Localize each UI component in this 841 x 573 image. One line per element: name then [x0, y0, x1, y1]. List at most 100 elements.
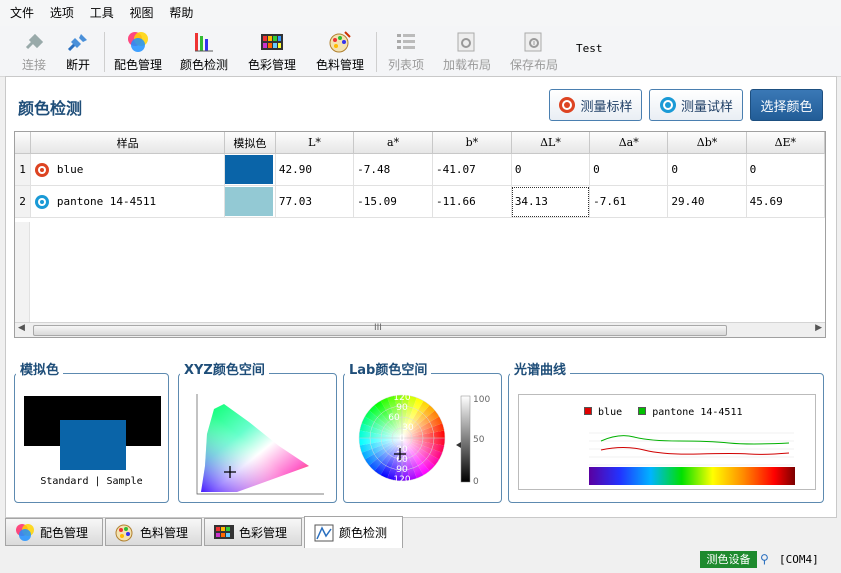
- menu-file[interactable]: 文件: [4, 0, 40, 26]
- color-check-icon: [314, 524, 334, 541]
- value-cell[interactable]: -11.66: [432, 185, 512, 218]
- load-layout-icon: [454, 30, 480, 54]
- lightness-scale-label: 0: [473, 477, 479, 487]
- sample-name: pantone 14-4511: [56, 194, 157, 208]
- spectral-curve-plot: blue pantone 14-4511: [518, 394, 816, 490]
- tab-color-matching[interactable]: 配色管理: [5, 518, 103, 546]
- cie-chromaticity-diagram: [196, 394, 324, 495]
- tool-colour-management-label: 色彩管理: [247, 58, 296, 72]
- value-cell[interactable]: 77.03: [275, 185, 355, 218]
- col-header-a[interactable]: a*: [353, 132, 433, 154]
- usb-icon: ⚲: [760, 552, 769, 566]
- row-header-filler: [15, 222, 30, 324]
- unplug-icon: [65, 30, 91, 54]
- toolbar: 连接 断开 配色管理 颜色检测 色彩管理 色料管理 列表项 加载布局 保存布局 …: [0, 26, 841, 77]
- menu-view[interactable]: 视图: [124, 0, 160, 26]
- page-title: 颜色检测: [18, 99, 83, 118]
- tool-color-detection-label: 颜色检测: [179, 58, 228, 72]
- lab-ring-label: 60: [396, 455, 408, 465]
- value-cell[interactable]: -7.48: [353, 153, 433, 186]
- menu-options[interactable]: 选项: [44, 0, 80, 26]
- value-cell[interactable]: 0: [746, 153, 825, 186]
- spectral-curve-group: blue pantone 14-4511: [508, 373, 824, 503]
- sample-name: blue: [56, 162, 84, 176]
- connect-button[interactable]: 连接: [12, 30, 56, 73]
- list-items-button[interactable]: 列表项: [384, 30, 428, 73]
- tab-colour-management[interactable]: 色彩管理: [204, 518, 302, 546]
- bottom-tab-bar: 配色管理 色料管理 色彩管理 颜色检测: [5, 516, 835, 548]
- value-cell[interactable]: 0: [667, 153, 747, 186]
- tool-colour-management[interactable]: 色彩管理: [244, 30, 300, 73]
- sample-cell[interactable]: blue: [30, 153, 226, 186]
- value-cell[interactable]: 29.40: [667, 185, 747, 218]
- col-header-dL[interactable]: ΔL*: [511, 132, 591, 154]
- menu-tools[interactable]: 工具: [84, 0, 120, 26]
- table-row[interactable]: 2 pantone 14-4511 77.03 -15.09 -11.66 34…: [15, 185, 825, 218]
- tool-colorant-management-label: 色料管理: [315, 58, 364, 72]
- scroll-thumb[interactable]: III: [33, 323, 727, 336]
- swatch-cell: [224, 185, 276, 218]
- status-bar: 测色设备 ⚲ [COM4]: [0, 548, 841, 573]
- color-chart-icon: [259, 30, 285, 54]
- select-color-button[interactable]: 选择颜色: [750, 89, 823, 121]
- col-header-dE[interactable]: ΔE*: [746, 132, 825, 154]
- tool-colorant-management[interactable]: 色料管理: [312, 30, 368, 73]
- tool-color-detection[interactable]: 颜色检测: [176, 30, 232, 73]
- measure-standard-label: 测量标样: [580, 99, 633, 115]
- menu-help[interactable]: 帮助: [163, 0, 199, 26]
- lightness-scale-label: 50: [473, 435, 485, 445]
- col-header-swatch[interactable]: 模拟色: [224, 132, 276, 154]
- col-header-L[interactable]: L*: [275, 132, 355, 154]
- rgb-circles-icon: [125, 30, 151, 54]
- scroll-right-icon[interactable]: ▶: [815, 323, 822, 333]
- menu-bar: 文件 选项 工具 视图 帮助: [0, 0, 841, 26]
- tab-color-detection-label: 颜色检测: [339, 526, 388, 540]
- lightness-scale-label: 100: [473, 395, 490, 405]
- lab-ring-label: 90: [396, 403, 408, 413]
- save-layout-label: 保存布局: [509, 58, 558, 72]
- target-icon: [659, 97, 676, 113]
- value-cell[interactable]: 0: [589, 153, 669, 186]
- value-cell[interactable]: -7.61: [589, 185, 669, 218]
- tab-colorant-management-label: 色料管理: [140, 525, 189, 540]
- xyz-color-space-group: [178, 373, 337, 503]
- value-cell[interactable]: 34.13: [511, 185, 591, 218]
- tab-colorant-management[interactable]: 色料管理: [105, 518, 202, 546]
- save-layout-icon: [521, 30, 547, 54]
- scroll-left-icon[interactable]: ◀: [18, 323, 25, 333]
- value-cell[interactable]: 45.69: [746, 185, 825, 218]
- horizontal-scrollbar[interactable]: ◀ III ▶: [15, 322, 825, 337]
- simulated-color-title: 模拟色: [16, 359, 64, 378]
- measure-sample-button[interactable]: 测量试样: [649, 89, 743, 121]
- lab-ring-label: 0: [399, 434, 405, 444]
- col-header-sample[interactable]: 样品: [30, 132, 226, 154]
- standard-target-icon: [35, 162, 50, 177]
- tab-colour-management-label: 色彩管理: [239, 525, 288, 540]
- value-cell[interactable]: -41.07: [432, 153, 512, 186]
- lab-ring-label: 120: [393, 475, 410, 485]
- value-cell[interactable]: 0: [511, 153, 591, 186]
- tab-color-detection[interactable]: 颜色检测: [304, 516, 403, 548]
- disconnect-button[interactable]: 断开: [56, 30, 100, 73]
- color-swatch: [225, 155, 274, 184]
- save-layout-button[interactable]: 保存布局: [506, 30, 562, 73]
- toolbar-separator: [104, 32, 105, 72]
- toolbar-separator: [376, 32, 377, 72]
- col-header-db[interactable]: Δb*: [667, 132, 747, 154]
- col-header-da[interactable]: Δa*: [589, 132, 669, 154]
- value-cell[interactable]: -15.09: [353, 185, 433, 218]
- col-header-b[interactable]: b*: [432, 132, 512, 154]
- tool-color-matching[interactable]: 配色管理: [110, 30, 166, 73]
- load-layout-label: 加载布局: [442, 58, 491, 72]
- lab-color-wheel: 120 90 60 30 0 30 60 90 120 100 50 0: [358, 393, 490, 487]
- list-items-label: 列表项: [387, 58, 424, 72]
- lab-ring-label: 120: [393, 393, 410, 403]
- color-chart-icon: [214, 525, 234, 539]
- load-layout-button[interactable]: 加载布局: [440, 30, 494, 73]
- measure-sample-label: 测量试样: [680, 99, 733, 115]
- value-cell[interactable]: 42.90: [275, 153, 355, 186]
- tab-color-matching-label: 配色管理: [40, 525, 89, 540]
- measure-standard-button[interactable]: 测量标样: [549, 89, 642, 121]
- sample-cell[interactable]: pantone 14-4511: [30, 185, 226, 218]
- table-row[interactable]: 1 blue 42.90 -7.48 -41.07 0 0 0 0: [15, 153, 825, 186]
